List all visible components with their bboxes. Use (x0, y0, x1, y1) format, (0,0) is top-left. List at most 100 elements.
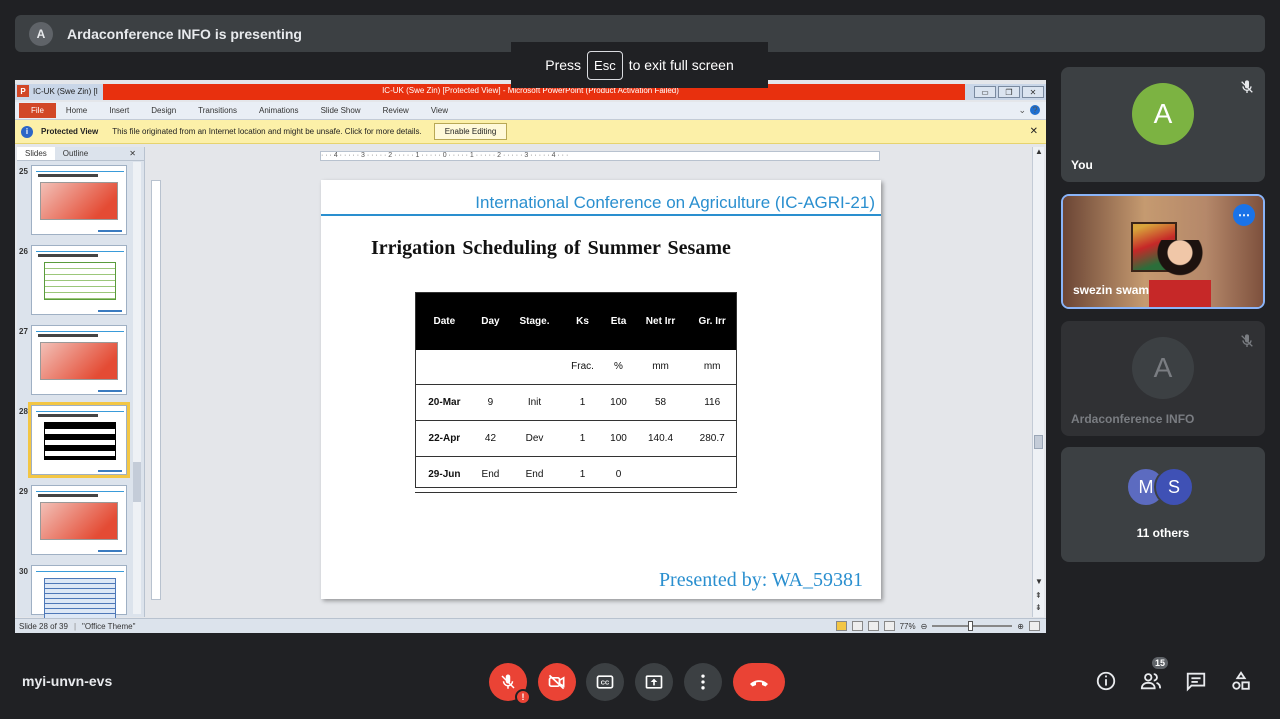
mic-off-icon (1241, 334, 1253, 347)
minimize-icon[interactable]: ▭ (974, 86, 996, 98)
slide-thumbnail[interactable] (31, 485, 127, 555)
ribbon-tab-home[interactable]: Home (66, 106, 87, 115)
present-screen-icon (645, 675, 663, 689)
ribbon-tab-slideshow[interactable]: Slide Show (321, 106, 361, 115)
ribbon-tab-design[interactable]: Design (151, 106, 176, 115)
svg-text:CC: CC (601, 681, 610, 687)
prev-slide-icon[interactable]: ⇞ (1035, 591, 1042, 600)
ribbon-tab-transitions[interactable]: Transitions (198, 106, 237, 115)
table-cell: End (507, 456, 562, 493)
fit-slide-icon[interactable] (1029, 621, 1040, 631)
chat-icon (1186, 672, 1206, 692)
tab-outline[interactable]: Outline (55, 147, 96, 160)
table-cell (507, 350, 562, 385)
more-vert-icon (701, 674, 705, 690)
mic-toggle-button[interactable]: ! (489, 663, 531, 705)
table-cell: mm (687, 350, 737, 385)
ribbon-tab-file[interactable]: File (19, 103, 56, 118)
slide-thumbnail-selected[interactable] (28, 402, 130, 478)
ppt-ribbon: File Home Insert Design Transitions Anim… (15, 102, 1046, 120)
table-cell: 58 (633, 384, 688, 421)
captions-icon: CC (596, 675, 614, 689)
thumb-number: 28 (19, 407, 28, 416)
esc-key: Esc (587, 50, 623, 80)
slide-thumbnail[interactable] (31, 245, 127, 315)
warning-icon: ! (515, 689, 531, 705)
thumbnails-scrollbar[interactable] (133, 162, 141, 614)
participant-tile-swezin[interactable]: ⋯ swezin swam (1061, 194, 1265, 309)
slide-thumbnail[interactable] (31, 325, 127, 395)
zoom-out-icon[interactable]: ⊖ (921, 622, 928, 631)
table-row: 29-Jun End End 1 0 (415, 456, 737, 493)
people-count-badge: 15 (1150, 655, 1170, 671)
hint-suffix: to exit full screen (628, 57, 734, 73)
more-options-icon[interactable]: ⋯ (1233, 204, 1255, 226)
people-button[interactable] (1139, 669, 1163, 693)
activities-button[interactable] (1229, 669, 1253, 693)
table-cell: 29-Jun (415, 456, 474, 493)
protected-view-label: Protected View (41, 127, 99, 136)
ppt-status-bar: Slide 28 of 39 | "Office Theme" 77% ⊖ ⊕ (15, 618, 1046, 633)
protected-view-message[interactable]: This file originated from an Internet lo… (112, 127, 422, 136)
others-count: 11 others (1136, 526, 1190, 540)
table-cell: mm (633, 350, 688, 385)
chat-button[interactable] (1184, 669, 1208, 693)
table-header: Ks (561, 292, 604, 350)
table-cell: 1 (561, 456, 604, 493)
close-pane-icon[interactable]: ✕ (121, 147, 144, 160)
slide-scrollbar[interactable]: ▲ ▼ ⇞ ⇟ (1032, 147, 1044, 617)
table-row: Frac. % mm mm (415, 350, 737, 385)
restore-icon[interactable]: ❐ (998, 86, 1020, 98)
next-slide-icon[interactable]: ⇟ (1035, 603, 1042, 612)
sorter-view-icon[interactable] (851, 621, 863, 631)
mic-off-icon (501, 674, 515, 689)
more-options-button[interactable] (684, 663, 722, 701)
camera-toggle-button[interactable] (538, 663, 576, 701)
leave-call-button[interactable] (733, 663, 785, 701)
reading-view-icon[interactable] (867, 621, 879, 631)
meeting-details-button[interactable] (1094, 669, 1118, 693)
close-bar-icon[interactable]: ✕ (1030, 126, 1038, 137)
hang-up-icon (750, 680, 768, 687)
table-cell: 100 (603, 420, 634, 457)
activities-icon (1232, 671, 1250, 690)
table-header: Net Irr (633, 292, 688, 350)
participant-tile-others[interactable]: M S 11 others (1061, 447, 1265, 562)
close-window-icon[interactable]: ✕ (1022, 86, 1044, 98)
tab-slides[interactable]: Slides (17, 147, 55, 160)
participant-video (1149, 240, 1211, 307)
table-cell: 22-Apr (415, 420, 474, 457)
table-cell (415, 350, 474, 385)
normal-view-icon[interactable] (835, 621, 847, 631)
protected-view-bar: i Protected View This file originated fr… (15, 120, 1046, 144)
table-cell: 9 (473, 384, 508, 421)
zoom-slider[interactable] (932, 621, 1013, 631)
slides-pane: Slides Outline ✕ 25 26 27 28 29 30 (17, 147, 145, 633)
table-cell: 280.7 (687, 420, 737, 457)
enable-editing-button[interactable]: Enable Editing (433, 123, 508, 140)
participant-name: swezin swam (1073, 283, 1150, 297)
slide-thumbnail[interactable] (31, 165, 127, 235)
table-row: 20-Mar 9 Init 1 100 58 116 (415, 384, 737, 421)
ribbon-tab-view[interactable]: View (431, 106, 448, 115)
table-cell: 20-Mar (415, 384, 474, 421)
ribbon-tab-review[interactable]: Review (383, 106, 409, 115)
table-cell: Dev (507, 420, 562, 457)
zoom-in-icon[interactable]: ⊕ (1017, 622, 1024, 631)
table-header: Eta (603, 292, 634, 350)
ribbon-tab-insert[interactable]: Insert (109, 106, 129, 115)
captions-button[interactable]: CC (586, 663, 624, 701)
participant-tile-you[interactable]: A You (1061, 67, 1265, 182)
help-icon[interactable]: ? (1030, 105, 1040, 115)
thumb-number: 29 (19, 487, 28, 496)
table-cell: 140.4 (633, 420, 688, 457)
ribbon-collapse-icon[interactable]: ⌄ (1018, 105, 1026, 116)
present-button[interactable] (635, 663, 673, 701)
participant-tile-arda[interactable]: A Ardaconference INFO (1061, 321, 1265, 436)
slide-thumbnail[interactable] (31, 565, 127, 633)
table-cell: Frac. (561, 350, 604, 385)
slideshow-view-icon[interactable] (883, 621, 895, 631)
table-cell (473, 350, 508, 385)
hint-prefix: Press (545, 57, 582, 73)
ribbon-tab-animations[interactable]: Animations (259, 106, 299, 115)
